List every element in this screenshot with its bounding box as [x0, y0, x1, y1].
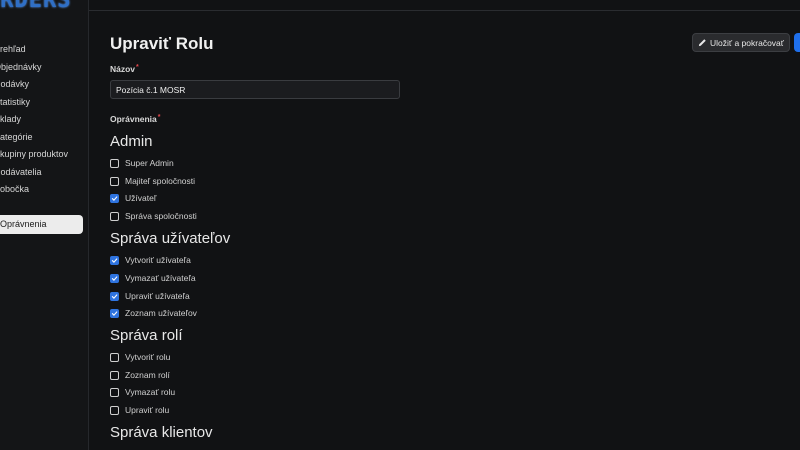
perm-label: Majiteľ spoločnosti — [125, 176, 196, 186]
checkbox[interactable] — [110, 176, 119, 186]
perm-create-user[interactable]: Vytvoriť užívateľa — [110, 254, 191, 266]
checkbox[interactable] — [110, 211, 119, 221]
group-title-client-management: Správa klientov — [110, 424, 213, 441]
top-bar — [89, 0, 800, 11]
perm-edit-role[interactable]: Upraviť rolu — [110, 404, 169, 416]
perm-user[interactable]: Užívateľ — [110, 192, 156, 204]
perm-super-admin[interactable]: Super Admin — [110, 157, 174, 169]
perm-list-users[interactable]: Zoznam užívateľov — [110, 307, 197, 319]
perm-label: Vymazať rolu — [125, 387, 176, 397]
name-label-text: Názov — [110, 64, 136, 74]
name-label: Názov* — [110, 64, 139, 74]
perm-label: Vytvoriť rolu — [125, 352, 171, 362]
perm-company-management[interactable]: Správa spoločnosti — [110, 210, 197, 222]
check-icon — [111, 310, 118, 316]
checkbox[interactable] — [110, 255, 119, 265]
perm-delete-role[interactable]: Vymazať rolu — [110, 386, 175, 398]
perm-label: Super Admin — [125, 158, 174, 168]
sidebar-item-statistics[interactable]: Štatistiky — [0, 94, 88, 112]
sidebar-nav: Prehľad Objednávky Dodávky Štatistiky Sk… — [0, 41, 88, 234]
perm-label: Užívateľ — [125, 193, 157, 203]
perm-delete-user[interactable]: Vymazať užívateľa — [110, 272, 196, 284]
group-title-user-management: Správa užívateľov — [110, 230, 231, 247]
sidebar-item-deliveries[interactable]: Dodávky — [0, 76, 88, 94]
checkbox[interactable] — [110, 273, 119, 283]
required-mark: * — [136, 64, 139, 71]
sidebar-item-orders[interactable]: Objednávky — [0, 59, 88, 77]
check-icon — [111, 257, 118, 263]
sidebar-item-overview[interactable]: Prehľad — [0, 41, 88, 59]
check-icon — [111, 293, 118, 299]
perm-create-role[interactable]: Vytvoriť rolu — [110, 351, 170, 363]
required-mark: * — [157, 114, 161, 121]
checkbox[interactable] — [110, 352, 119, 362]
checkbox[interactable] — [110, 387, 119, 397]
check-icon — [111, 275, 118, 281]
group-title-role-management: Správa rolí — [110, 327, 183, 344]
perm-label: Vymazať užívateľa — [125, 273, 196, 283]
sidebar: ORDERS Prehľad Objednávky Dodávky Štatis… — [0, 0, 89, 450]
perm-company-owner[interactable]: Majiteľ spoločnosti — [110, 175, 195, 187]
app-logo[interactable]: ORDERS — [0, 0, 71, 13]
sidebar-item-product-groups[interactable]: Skupiny produktov — [0, 146, 88, 164]
sidebar-item-permissions[interactable]: Oprávnenia — [0, 215, 83, 234]
save-and-continue-label: Uložiť a pokračovať — [710, 37, 784, 48]
perm-label: Zoznam rolí — [125, 370, 170, 380]
check-icon — [111, 195, 118, 201]
checkbox[interactable] — [110, 158, 119, 168]
perm-list-roles[interactable]: Zoznam rolí — [110, 369, 170, 381]
perm-edit-user[interactable]: Upraviť užívateľa — [110, 290, 190, 302]
role-name-input[interactable] — [110, 80, 400, 99]
sidebar-item-categories[interactable]: Kategórie — [0, 129, 88, 147]
checkbox[interactable] — [110, 193, 119, 203]
checkbox[interactable] — [110, 291, 119, 301]
sidebar-item-warehouses[interactable]: Sklady — [0, 111, 88, 129]
permissions-label: Oprávnenia* — [110, 114, 161, 124]
pencil-icon — [698, 39, 706, 47]
checkbox[interactable] — [110, 405, 119, 415]
perm-label: Upraviť užívateľa — [125, 291, 190, 301]
permissions-label-text: Oprávnenia — [110, 114, 157, 124]
save-and-continue-button[interactable]: Uložiť a pokračovať — [692, 33, 790, 52]
primary-button[interactable] — [794, 33, 800, 52]
perm-label: Správa spoločnosti — [125, 211, 197, 221]
page-title: Upraviť Rolu — [110, 34, 214, 53]
checkbox[interactable] — [110, 370, 119, 380]
sidebar-item-suppliers[interactable]: Dodávatelia — [0, 164, 88, 182]
sidebar-item-branch[interactable]: Pobočka — [0, 181, 88, 199]
group-title-admin: Admin — [110, 133, 153, 150]
perm-label: Upraviť rolu — [125, 405, 170, 415]
perm-label: Vytvoriť užívateľa — [125, 255, 191, 265]
checkbox[interactable] — [110, 308, 119, 318]
perm-label: Zoznam užívateľov — [125, 308, 197, 318]
